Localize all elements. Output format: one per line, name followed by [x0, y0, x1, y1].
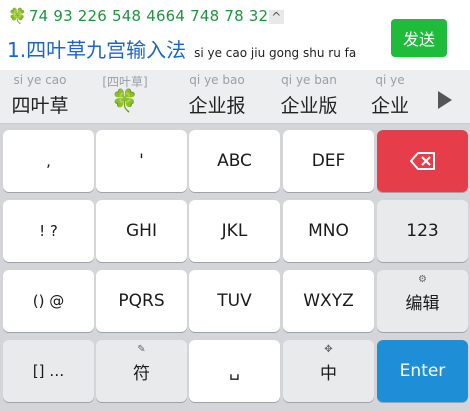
candidate-item[interactable]: qi ye ban 企业版 [270, 70, 348, 124]
edit-button[interactable]: ⚙ 编辑 [377, 270, 468, 332]
key-ghi[interactable]: GHI [96, 200, 187, 262]
symbols-button[interactable]: ✎ 符 [96, 340, 187, 402]
numeric-mode-button[interactable]: 123 [377, 200, 468, 262]
key-mno[interactable]: MNO [283, 200, 374, 262]
key-tuv[interactable]: TUV [189, 270, 280, 332]
space-key[interactable]: ␣ [189, 340, 280, 402]
composition-bar: 🍀 74 93 226 548 4664 748 78 32 ^ 1.四叶草九宫输入… [0, 0, 470, 70]
language-toggle-button[interactable]: ✥ 中 [283, 340, 374, 402]
caret-icon[interactable]: ^ [269, 10, 284, 24]
enter-button[interactable]: Enter [377, 340, 468, 402]
candidate-pinyin: qi ye ban [281, 73, 337, 87]
top-candidate[interactable]: 1.四叶草九宫输入法 si ye cao jiu gong shu ru fa [7, 34, 356, 63]
key-punct-comma[interactable]: , [3, 130, 94, 192]
candidate-text: 四叶草九宫输入法 [26, 38, 187, 62]
move-icon: ✥ [324, 344, 333, 355]
candidate-item[interactable]: [四叶草] 🍀 [90, 70, 160, 124]
key-punct-question[interactable]: ! ? [3, 200, 94, 262]
key-apostrophe[interactable]: ' [96, 130, 187, 192]
candidate-index: 1. [7, 38, 27, 62]
send-button[interactable]: 发送 [391, 19, 447, 57]
key-jkl[interactable]: JKL [189, 200, 280, 262]
candidate-pinyin: [四叶草] [102, 75, 148, 89]
key-sequence: 🍀 74 93 226 548 4664 748 78 32 ^ [8, 7, 284, 25]
candidate-strip: si ye cao 四叶草 [四叶草] 🍀 qi ye bao 企业报 qi y… [0, 70, 470, 124]
candidate-word: 企业 [370, 95, 409, 117]
key-punct-at[interactable]: () @ [3, 270, 94, 332]
candidate-item[interactable]: si ye cao 四叶草 [4, 70, 76, 124]
key-abc[interactable]: ABC [189, 130, 280, 192]
gear-icon: ⚙ [418, 274, 427, 285]
candidate-word: 企业版 [280, 95, 338, 117]
candidate-pinyin: si ye cao [13, 73, 67, 87]
candidate-pinyin: qi ye bao [189, 73, 245, 87]
candidate-pinyin: qi ye [375, 73, 405, 87]
space-icon: ␣ [229, 361, 240, 381]
candidate-word: 四叶草 [11, 95, 69, 117]
clover-icon: 🍀 [8, 7, 27, 25]
key-wxyz[interactable]: WXYZ [283, 270, 374, 332]
delete-button[interactable] [377, 130, 468, 192]
backspace-icon [409, 152, 435, 170]
digit-sequence: 74 93 226 548 4664 748 78 32 [28, 7, 269, 25]
clover-icon: 🍀 [111, 89, 139, 114]
candidate-item[interactable]: qi ye bao 企业报 [178, 70, 256, 124]
candidate-pinyin: si ye cao jiu gong shu ru fa [194, 46, 357, 60]
candidate-word: 企业报 [188, 95, 246, 117]
expand-arrow-icon[interactable] [438, 91, 452, 109]
key-pqrs[interactable]: PQRS [96, 270, 187, 332]
pencil-icon: ✎ [137, 344, 146, 355]
key-def[interactable]: DEF [283, 130, 374, 192]
candidate-item[interactable]: qi ye 企业 [362, 70, 418, 124]
key-brackets-ellipsis[interactable]: [] … [3, 340, 94, 402]
